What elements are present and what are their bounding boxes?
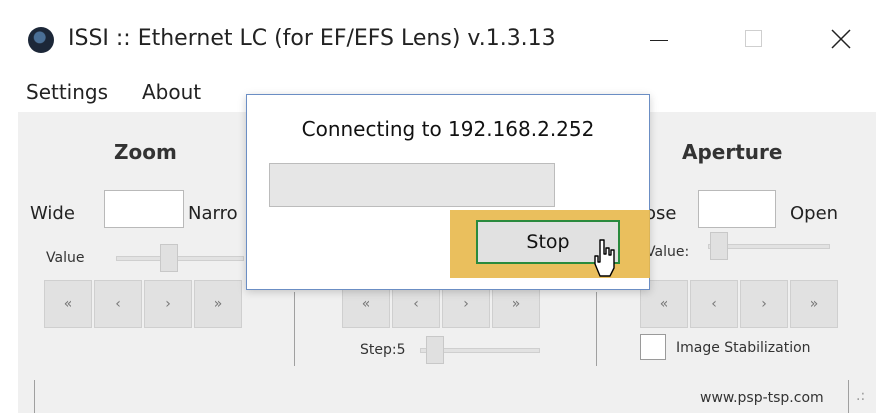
zoom-value-label: Value	[46, 250, 85, 266]
divider	[294, 292, 295, 366]
title-bar[interactable]: ISSI :: Ethernet LC (for EF/EFS Lens) v.…	[0, 0, 876, 70]
close-button[interactable]	[820, 20, 860, 56]
zoom-forward-button[interactable]: ›	[144, 280, 192, 328]
zoom-slider-track[interactable]	[116, 256, 244, 261]
zoom-fast-back-button[interactable]: «	[44, 280, 92, 328]
zoom-slider-thumb[interactable]	[160, 244, 178, 272]
connection-progress-bar	[269, 163, 555, 207]
app-lens-icon	[28, 27, 54, 53]
focus-step-label: Step:5	[360, 342, 406, 358]
focus-step-slider-thumb[interactable]	[426, 336, 444, 364]
divider	[848, 380, 849, 413]
divider	[34, 380, 35, 413]
zoom-narrow-label: Narro	[188, 203, 238, 224]
zoom-header: Zoom	[114, 140, 177, 164]
zoom-wide-label: Wide	[30, 203, 75, 224]
zoom-value-field[interactable]	[104, 190, 184, 228]
app-window: ISSI :: Ethernet LC (for EF/EFS Lens) v.…	[0, 0, 876, 413]
aperture-forward-button[interactable]: ›	[740, 280, 788, 328]
resize-grip-icon[interactable]: .:	[856, 388, 865, 404]
divider	[596, 292, 597, 366]
zoom-back-button[interactable]: ‹	[94, 280, 142, 328]
website-link[interactable]: www.psp-tsp.com	[700, 390, 824, 406]
aperture-slider-thumb[interactable]	[710, 232, 728, 260]
mouse-cursor-icon	[594, 239, 615, 277]
image-stabilization-label: Image Stabilization	[676, 340, 811, 356]
close-icon	[831, 29, 851, 49]
aperture-value-label: Value:	[646, 244, 690, 260]
aperture-value-field[interactable]	[698, 190, 776, 228]
zoom-fast-forward-button[interactable]: »	[194, 280, 242, 328]
image-stabilization-checkbox[interactable]	[640, 334, 666, 360]
menu-settings[interactable]: Settings	[26, 80, 108, 104]
menu-about[interactable]: About	[142, 80, 201, 104]
aperture-fast-forward-button[interactable]: »	[790, 280, 838, 328]
minimize-button[interactable]	[638, 20, 678, 56]
aperture-back-button[interactable]: ‹	[690, 280, 738, 328]
connecting-message: Connecting to 192.168.2.252	[301, 117, 595, 141]
aperture-header: Aperture	[682, 140, 783, 164]
window-title: ISSI :: Ethernet LC (for EF/EFS Lens) v.…	[68, 26, 556, 51]
aperture-open-label: Open	[790, 203, 839, 224]
maximize-button[interactable]	[734, 20, 774, 56]
